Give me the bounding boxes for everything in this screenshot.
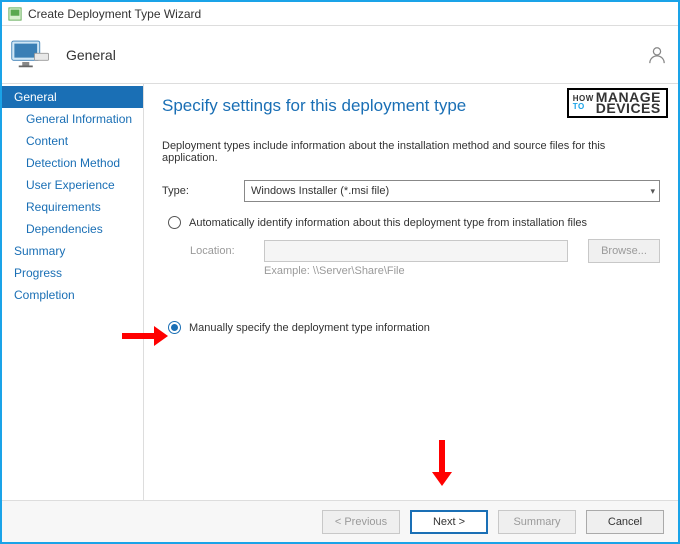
content-area: General General Information Content Dete…	[2, 84, 678, 500]
location-label: Location:	[190, 245, 252, 257]
wizard-footer: < Previous Next > Summary Cancel	[2, 500, 678, 542]
sidebar-item-label: User Experience	[26, 178, 115, 192]
sidebar-item-label: Dependencies	[26, 222, 103, 236]
sidebar-item-label: Completion	[14, 288, 75, 302]
type-row: Type: Windows Installer (*.msi file) ▾	[162, 180, 660, 202]
sidebar-item-label: Progress	[14, 266, 62, 280]
page-description: Deployment types include information abo…	[162, 140, 660, 164]
next-button[interactable]: Next >	[410, 510, 488, 534]
sidebar-item-requirements[interactable]: Requirements	[2, 196, 143, 218]
title-bar: Create Deployment Type Wizard	[2, 2, 678, 26]
type-dropdown[interactable]: Windows Installer (*.msi file) ▾	[244, 180, 660, 202]
sidebar-item-label: General	[14, 90, 57, 104]
location-input	[264, 240, 568, 262]
watermark-logo: HOW TO MANAGE DEVICES	[567, 88, 668, 118]
radio-auto-control[interactable]	[168, 216, 181, 229]
main-panel: HOW TO MANAGE DEVICES Specify settings f…	[144, 84, 678, 500]
sidebar-item-label: Summary	[14, 244, 65, 258]
radio-manual-label: Manually specify the deployment type inf…	[189, 322, 430, 334]
annotation-arrow-down	[430, 438, 454, 489]
app-icon	[8, 7, 22, 21]
browse-button: Browse...	[588, 239, 660, 263]
chevron-down-icon: ▾	[650, 186, 655, 197]
sidebar-item-detection-method[interactable]: Detection Method	[2, 152, 143, 174]
annotation-arrow-right	[120, 324, 168, 351]
sidebar-item-label: Detection Method	[26, 156, 120, 170]
radio-auto-label: Automatically identify information about…	[189, 217, 587, 229]
sidebar-item-dependencies[interactable]: Dependencies	[2, 218, 143, 240]
radio-manual-row[interactable]: Manually specify the deployment type inf…	[168, 321, 660, 334]
sidebar-item-content[interactable]: Content	[2, 130, 143, 152]
type-label: Type:	[162, 185, 232, 197]
sidebar-item-user-experience[interactable]: User Experience	[2, 174, 143, 196]
monitor-icon	[10, 36, 52, 74]
wizard-header: General	[2, 26, 678, 84]
cancel-button[interactable]: Cancel	[586, 510, 664, 534]
sidebar-item-general[interactable]: General	[2, 86, 143, 108]
sidebar-item-general-information[interactable]: General Information	[2, 108, 143, 130]
radio-manual-control[interactable]	[168, 321, 181, 334]
radio-dot-icon	[171, 324, 178, 331]
summary-button: Summary	[498, 510, 576, 534]
location-example: Example: \\Server\Share\File	[264, 265, 660, 277]
header-title: General	[66, 47, 116, 63]
user-icon	[648, 46, 666, 64]
type-dropdown-value: Windows Installer (*.msi file)	[251, 185, 389, 197]
radio-auto-row[interactable]: Automatically identify information about…	[168, 216, 660, 229]
previous-button: < Previous	[322, 510, 400, 534]
sidebar-item-completion[interactable]: Completion	[2, 284, 143, 306]
window-title: Create Deployment Type Wizard	[28, 7, 201, 21]
sidebar-item-label: Requirements	[26, 200, 101, 214]
wizard-sidebar: General General Information Content Dete…	[2, 84, 144, 500]
sidebar-item-label: General Information	[26, 112, 132, 126]
location-row: Location: Browse...	[190, 239, 660, 263]
sidebar-item-progress[interactable]: Progress	[2, 262, 143, 284]
sidebar-item-label: Content	[26, 134, 68, 148]
sidebar-item-summary[interactable]: Summary	[2, 240, 143, 262]
